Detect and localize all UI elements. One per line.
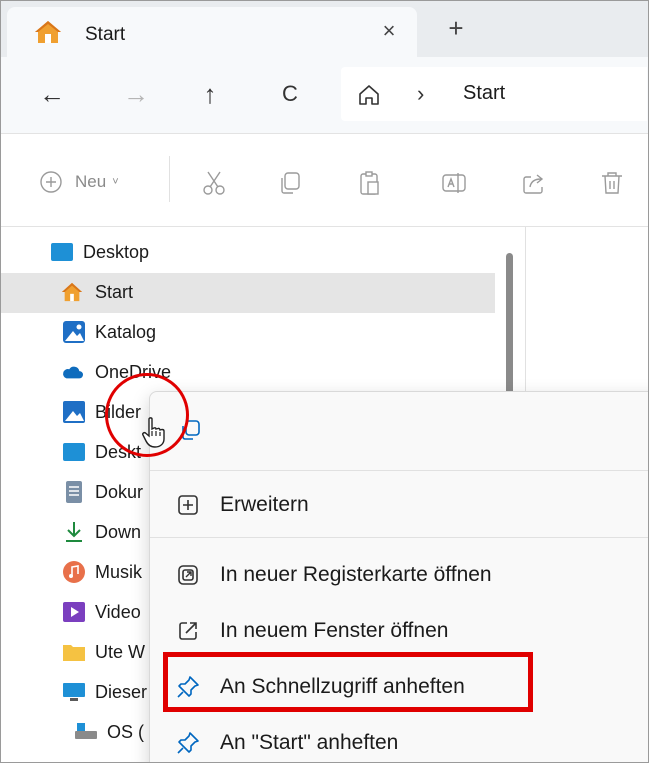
hand-cursor-icon [142, 417, 165, 448]
breadcrumb-separator: › [417, 81, 425, 106]
new-tab-button[interactable]: + [441, 15, 471, 45]
rename-icon[interactable] [441, 170, 467, 196]
sidebar-item-label: Ute W [95, 642, 146, 662]
command-bar: Neu ˅ [1, 134, 648, 227]
menu-item-expand[interactable]: Erweitern [150, 477, 648, 533]
sidebar-item-desktop[interactable]: Desktop [1, 233, 495, 273]
folder-icon [63, 645, 85, 661]
forward-button[interactable]: → [119, 77, 153, 111]
menu-item-open-new-window[interactable]: In neuem Fenster öffnen [150, 603, 648, 659]
cloud-icon [63, 366, 83, 379]
sidebar-item-label: Musik [95, 562, 143, 582]
music-icon [63, 561, 85, 583]
paste-icon[interactable] [357, 170, 383, 196]
sidebar-item-label: Down [95, 522, 142, 542]
sidebar-item-katalog[interactable]: Katalog [1, 313, 495, 353]
pictures-icon [63, 401, 85, 423]
menu-item-label: In neuem Fenster öffnen [220, 619, 449, 642]
sidebar-item-label: Katalog [95, 322, 157, 342]
pc-icon [63, 683, 85, 701]
gallery-icon [63, 321, 85, 343]
navigation-bar: ← → ↑ C › Start [1, 57, 648, 134]
up-button[interactable]: ↑ [193, 77, 227, 111]
tab-strip: Start × + [1, 1, 648, 57]
toolbar-divider [169, 156, 170, 202]
video-icon [63, 602, 85, 622]
sidebar-item-label: Dokur [95, 482, 144, 502]
desktop-folder-icon [63, 443, 85, 461]
download-icon [66, 522, 82, 542]
highlight-box [163, 652, 533, 712]
file-explorer-window: Start × + ← → ↑ C › Start Neu ˅ Desktop … [0, 0, 649, 763]
sidebar-item-label: Desktop [83, 242, 150, 262]
menu-item-label: Erweitern [220, 493, 309, 516]
new-window-icon [179, 622, 197, 640]
menu-item-pin-start[interactable]: An "Start" anheften [150, 715, 648, 762]
breadcrumb-start[interactable]: Start [463, 82, 505, 105]
expand-icon [178, 495, 198, 515]
context-menu-quick-actions [150, 392, 648, 470]
cut-icon[interactable] [201, 170, 227, 196]
documents-icon [66, 481, 82, 503]
new-button[interactable]: Neu ˅ [39, 170, 119, 194]
sidebar-item-start[interactable]: Start [1, 273, 495, 313]
chevron-down-icon: ˅ [112, 176, 119, 188]
sidebar-item-label: Dieser [95, 682, 148, 702]
sidebar-item-label: Start [95, 282, 134, 302]
menu-item-label: An "Start" anheften [220, 731, 399, 754]
refresh-button[interactable]: C [273, 77, 307, 111]
sidebar-item-onedrive[interactable]: OneDrive [1, 353, 495, 393]
desktop-icon [51, 243, 73, 261]
home-icon [61, 282, 83, 302]
navigation-scrollbar[interactable] [506, 253, 513, 403]
drive-icon [75, 723, 97, 739]
close-tab-icon[interactable]: × [375, 17, 403, 45]
pin-icon [177, 732, 199, 754]
copy-icon[interactable] [277, 170, 303, 196]
sidebar-item-label: Video [95, 602, 141, 622]
home-outline-icon [359, 85, 379, 105]
sidebar-item-label: OS ( [107, 722, 145, 742]
home-icon [35, 21, 61, 43]
menu-item-label: In neuer Registerkarte öffnen [220, 563, 492, 586]
delete-icon[interactable] [599, 170, 625, 196]
new-tab-icon [178, 565, 198, 585]
menu-divider [150, 537, 648, 538]
tab-start[interactable]: Start × [7, 7, 417, 57]
address-bar[interactable]: › Start [341, 67, 647, 121]
new-button-label: Neu [75, 172, 107, 191]
tab-title: Start [85, 24, 126, 45]
back-button[interactable]: ← [35, 77, 69, 111]
menu-item-open-new-tab[interactable]: In neuer Registerkarte öffnen [150, 547, 648, 603]
plus-circle-icon [40, 171, 62, 193]
menu-divider [150, 470, 648, 471]
share-icon[interactable] [521, 170, 547, 196]
